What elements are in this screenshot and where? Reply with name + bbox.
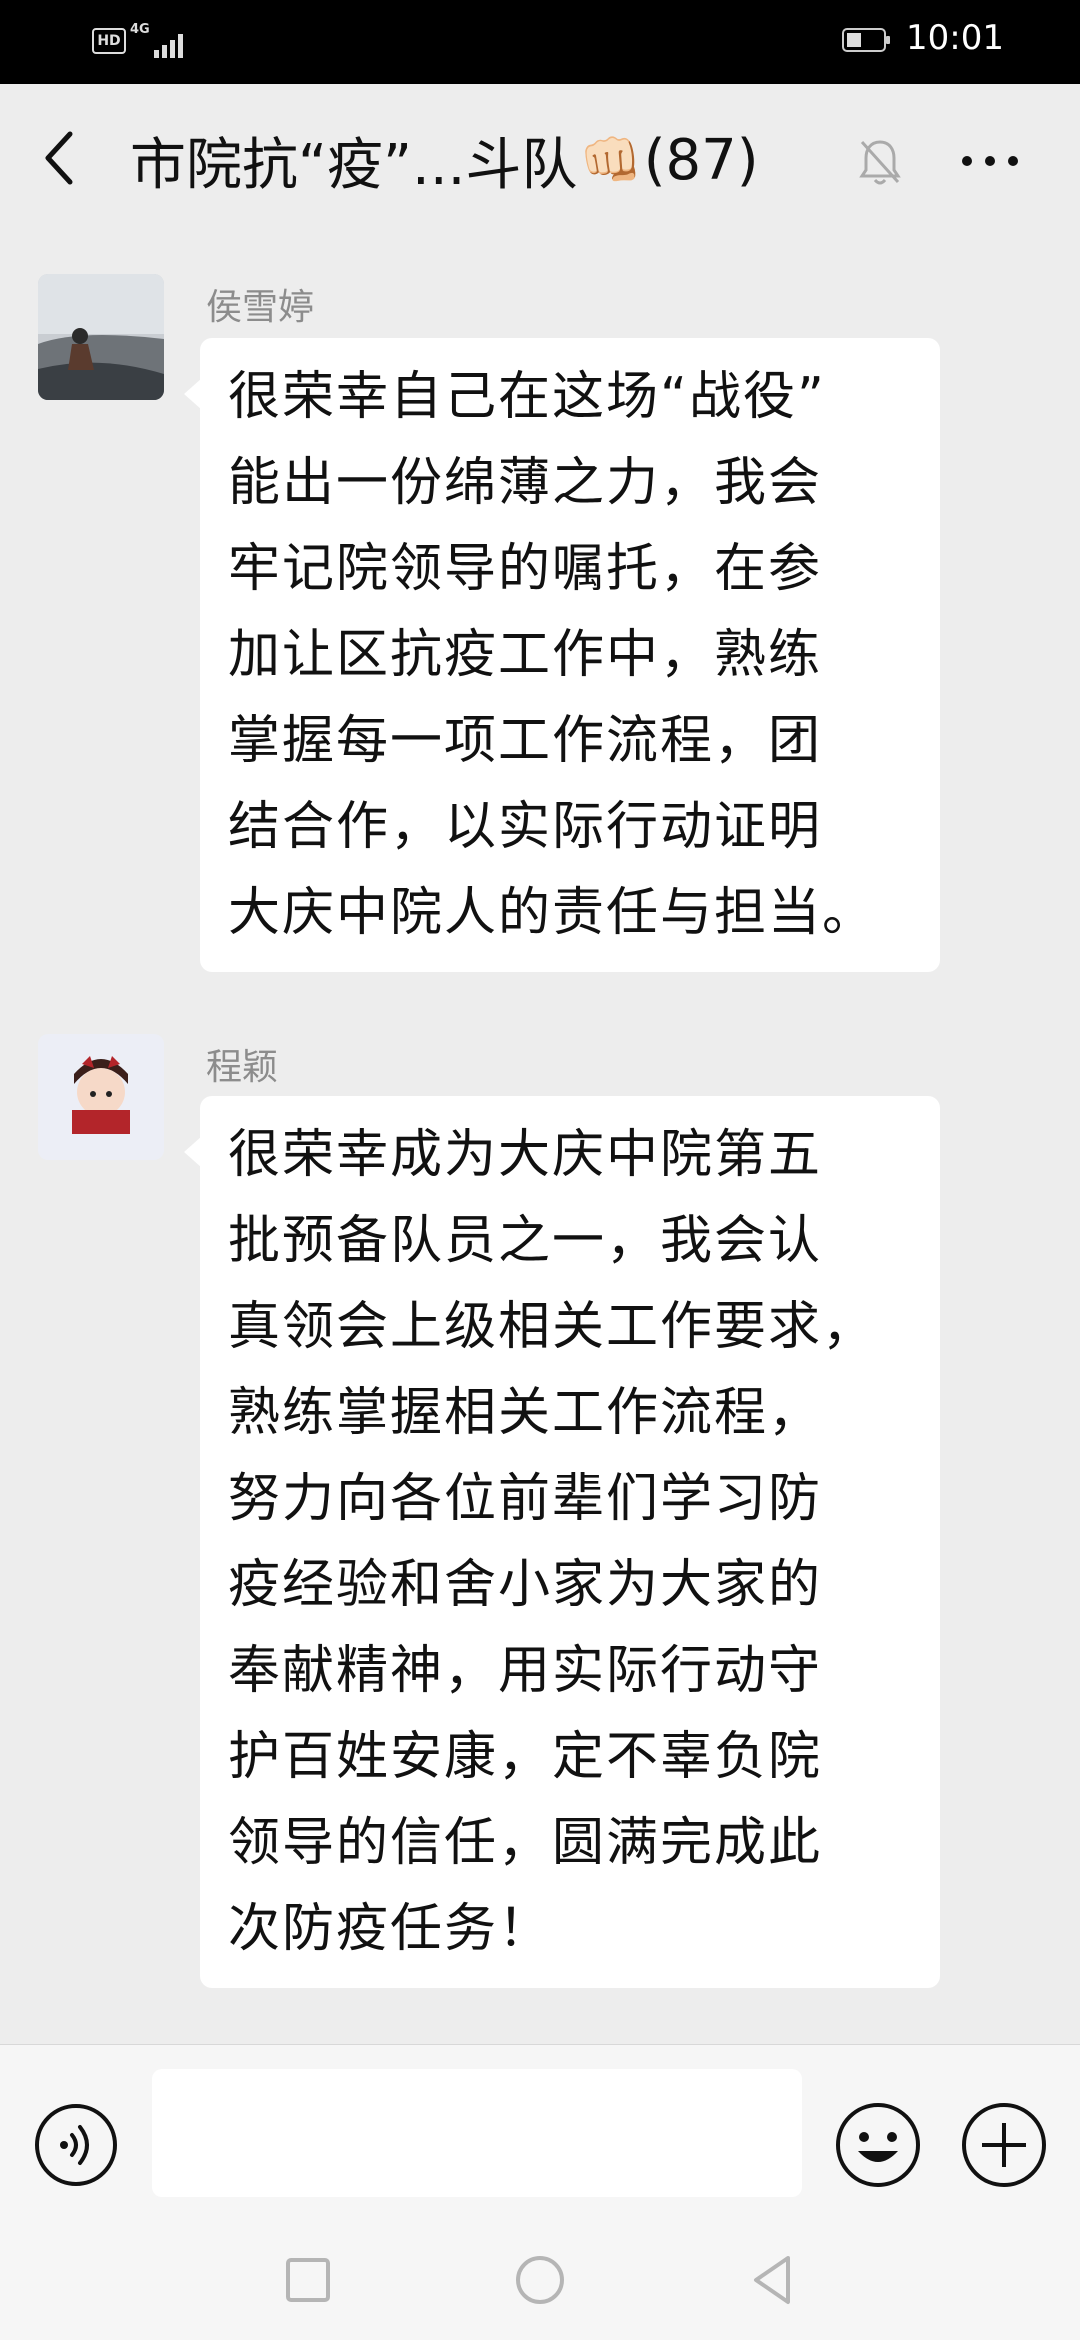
sender-name: 程颖 (206, 1047, 279, 1088)
fist-emoji: 👊🏻 (579, 130, 642, 189)
message-line: 奉献精神，用实际行动守 (228, 1641, 823, 1701)
message-line: 掌握每一项工作流程，团 (228, 711, 823, 771)
message-line: 很荣幸自己在这场“战役” (228, 367, 826, 427)
message-line: 熟练掌握相关工作流程， (228, 1383, 823, 1443)
message-line: 努力向各位前辈们学习防 (228, 1469, 823, 1529)
back-icon[interactable] (740, 2248, 804, 2312)
chat-title-text: 市院抗“疫”...斗队 (130, 132, 578, 198)
avatar[interactable] (38, 1034, 164, 1160)
message-line: 领导的信任，圆满完成此 (228, 1813, 823, 1873)
message-line: 能出一份绵薄之力，我会 (228, 453, 823, 513)
home-icon[interactable] (508, 2248, 572, 2312)
message-line: 次防疫任务！ (228, 1899, 553, 1959)
battery-icon (842, 28, 890, 52)
message-line: 大庆中院人的责任与担当。 (228, 883, 877, 943)
plus-circle-icon[interactable] (960, 2101, 1048, 2189)
message-line: 疫经验和舍小家为大家的 (228, 1555, 823, 1615)
smiley-icon[interactable] (834, 2101, 922, 2189)
clock: 10:01 (906, 18, 1004, 58)
message-line: 真领会上级相关工作要求， (228, 1297, 877, 1357)
message-bubble[interactable]: 很荣幸自己在这场“战役” 能出一份绵薄之力，我会 牢记院领导的嘱托，在参 加让区… (184, 338, 940, 972)
member-count: (87) (643, 127, 759, 193)
message-line: 牢记院领导的嘱托，在参 (228, 539, 823, 599)
message-bubble[interactable]: 很荣幸成为大庆中院第五 批预备队员之一，我会认 真领会上级相关工作要求， 熟练掌… (184, 1096, 940, 1988)
chat-header: 市院抗“疫”...斗队 👊🏻 (87) (0, 84, 1080, 240)
message-line: 很荣幸成为大庆中院第五 (228, 1125, 823, 1185)
hd-badge: HD (92, 28, 126, 54)
status-bar: HD 4G 10:01 (0, 0, 1080, 84)
avatar[interactable] (38, 274, 164, 400)
message-line: 结合作，以实际行动证明 (228, 797, 823, 857)
voice-icon[interactable] (34, 2103, 118, 2187)
message-line: 护百姓安康，定不辜负院 (228, 1727, 823, 1787)
signal-icon (154, 34, 183, 58)
recent-apps-icon[interactable] (276, 2248, 340, 2312)
message-line: 批预备队员之一，我会认 (228, 1211, 823, 1271)
message-line: 加让区抗疫工作中，熟练 (228, 625, 823, 685)
chat-title[interactable]: 市院抗“疫”...斗队 👊🏻 (87) (130, 120, 759, 200)
chevron-left-icon[interactable] (40, 128, 80, 188)
bell-off-icon (859, 140, 901, 185)
sender-name: 侯雪婷 (206, 287, 315, 328)
message-input[interactable] (152, 2069, 802, 2197)
more-horizontal-icon[interactable] (960, 152, 1020, 168)
system-nav-bar (0, 2228, 1080, 2340)
